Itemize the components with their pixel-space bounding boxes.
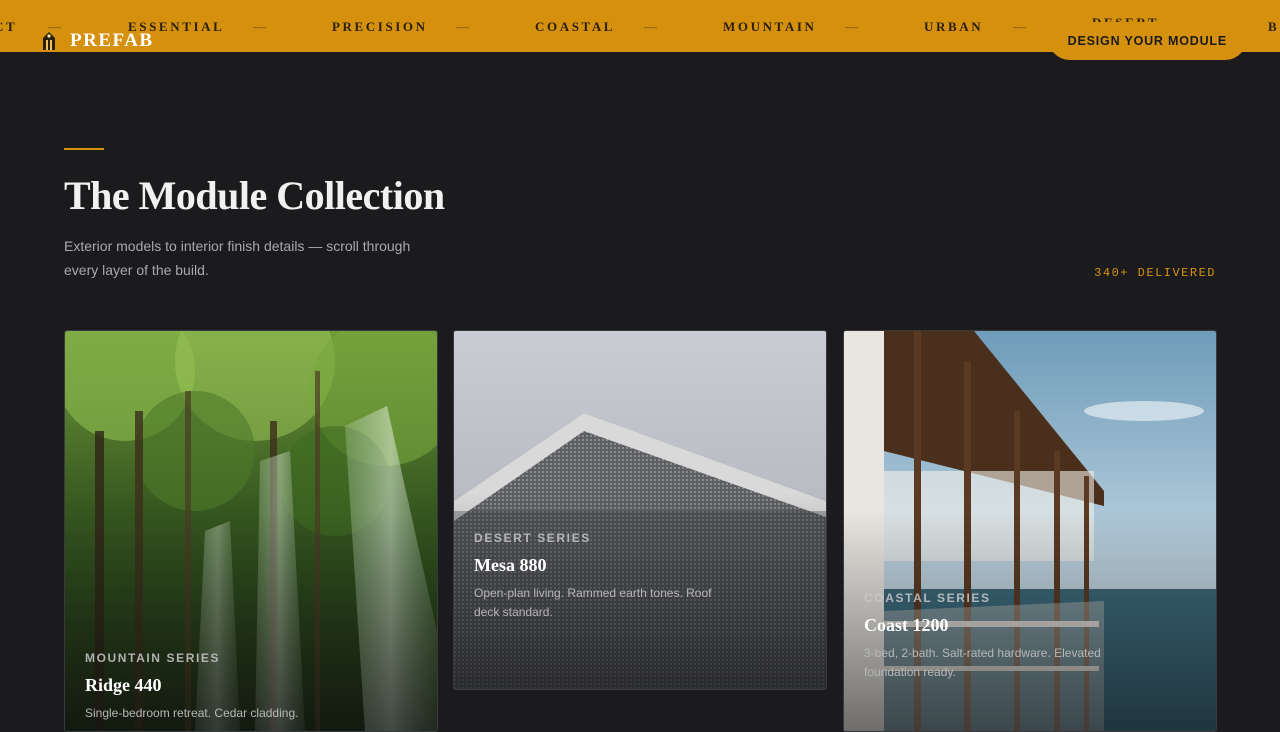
ticker-word: PRECISION xyxy=(332,19,428,34)
card-description: Single-bedroom retreat. Cedar cladding. xyxy=(85,706,299,720)
module-house-icon xyxy=(43,32,55,50)
card-info: COASTAL SERIES Coast 1200 3-bed, 2-bath.… xyxy=(864,591,1196,682)
card-title: Ridge 440 xyxy=(85,675,162,695)
card-info: DESERT SERIES Mesa 880 Open-plan living.… xyxy=(474,531,806,622)
ticker-separator: — xyxy=(456,19,469,34)
brand-logo[interactable]: PREFAB xyxy=(40,30,154,52)
ticker-separator: — xyxy=(1013,19,1026,34)
delivered-count-badge: 340+ DELIVERED xyxy=(1094,266,1216,280)
brand-name: PREFAB xyxy=(70,30,154,51)
card-info: MOUNTAIN SERIES Ridge 440 Single-bedroom… xyxy=(85,651,417,723)
ticker-word: URBAN xyxy=(924,19,984,34)
card-series-label: DESERT SERIES xyxy=(474,531,591,545)
ticker-separator: — xyxy=(253,19,266,34)
accent-divider xyxy=(64,148,104,150)
ticker-separator: — xyxy=(644,19,657,34)
ticker-word: COASTAL xyxy=(535,19,616,34)
card-description: Open-plan living. Rammed earth tones. Ro… xyxy=(474,586,712,619)
card-series-label: MOUNTAIN SERIES xyxy=(85,651,221,665)
card-title: Coast 1200 xyxy=(864,615,949,635)
card-description: 3-bed, 2-bath. Salt-rated hardware. Elev… xyxy=(864,646,1101,679)
ticker-word: B xyxy=(1268,19,1280,34)
section-subtitle: Exterior models to interior finish detai… xyxy=(64,238,411,278)
module-card-mesa-880[interactable]: DESERT SERIES Mesa 880 Open-plan living.… xyxy=(453,330,827,690)
card-title: Mesa 880 xyxy=(474,555,547,575)
ticker-separator: — xyxy=(845,19,858,34)
card-series-label: COASTAL SERIES xyxy=(864,591,991,605)
ticker-word: MOUNTAIN xyxy=(723,19,817,34)
ticker-word: CT xyxy=(0,19,18,34)
module-card-coast-1200[interactable]: COASTAL SERIES Coast 1200 3-bed, 2-bath.… xyxy=(843,330,1217,732)
page-title: The Module Collection xyxy=(64,173,445,218)
module-card-ridge-440[interactable]: MOUNTAIN SERIES Ridge 440 Single-bedroom… xyxy=(64,330,438,732)
design-module-button[interactable]: DESIGN YOUR MODULE xyxy=(1047,22,1247,60)
